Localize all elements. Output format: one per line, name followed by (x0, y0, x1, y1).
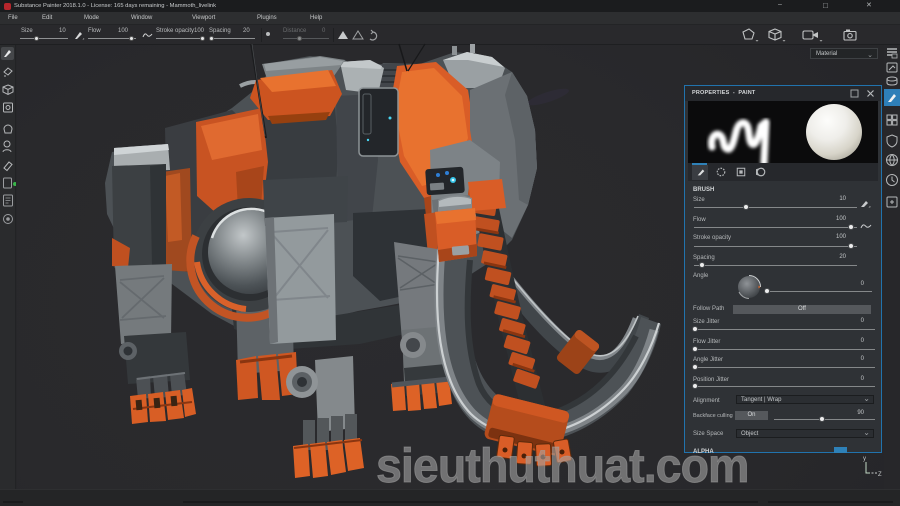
svg-text:y: y (863, 456, 866, 462)
svg-text:Z: Z (878, 472, 882, 478)
